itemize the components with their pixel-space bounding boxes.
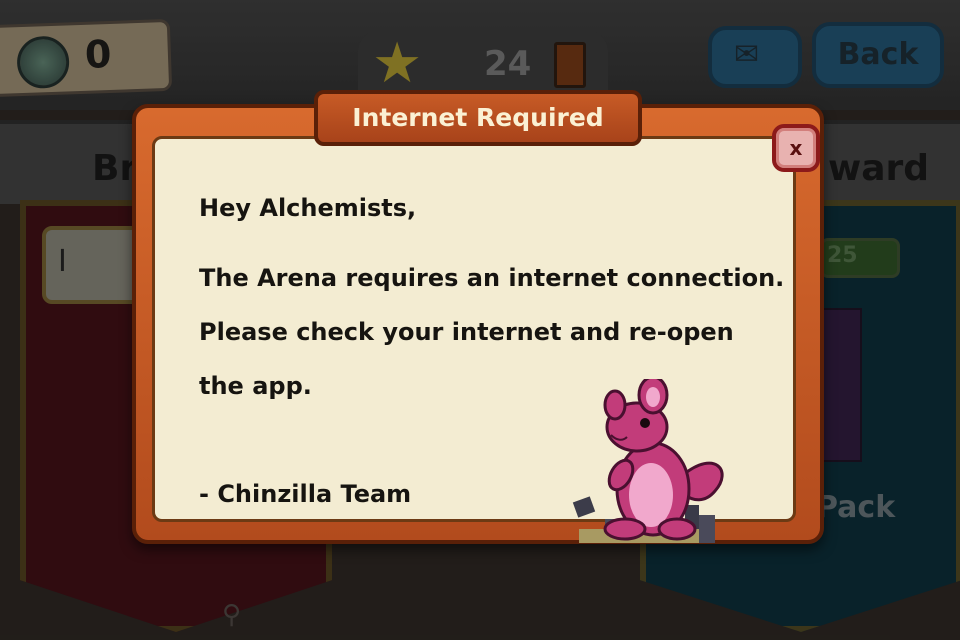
close-button[interactable]: x (772, 124, 820, 172)
dialog-signature: - Chinzilla Team (199, 480, 412, 508)
dialog-message-line: Please check your internet and re-open (199, 318, 734, 346)
dialog-message-line: The Arena requires an internet connectio… (199, 264, 785, 292)
dialog-title-tab: Internet Required (314, 90, 642, 146)
dialog-paper: Hey Alchemists, The Arena requires an in… (152, 136, 796, 543)
internet-required-dialog: Hey Alchemists, The Arena requires an in… (132, 90, 824, 544)
chinchilla-mascot-illustration (572, 379, 724, 543)
close-icon: x (789, 136, 803, 160)
dialog-title: Internet Required (352, 103, 604, 132)
dialog-message-line: the app. (199, 372, 312, 400)
dialog-greeting: Hey Alchemists, (199, 194, 417, 222)
